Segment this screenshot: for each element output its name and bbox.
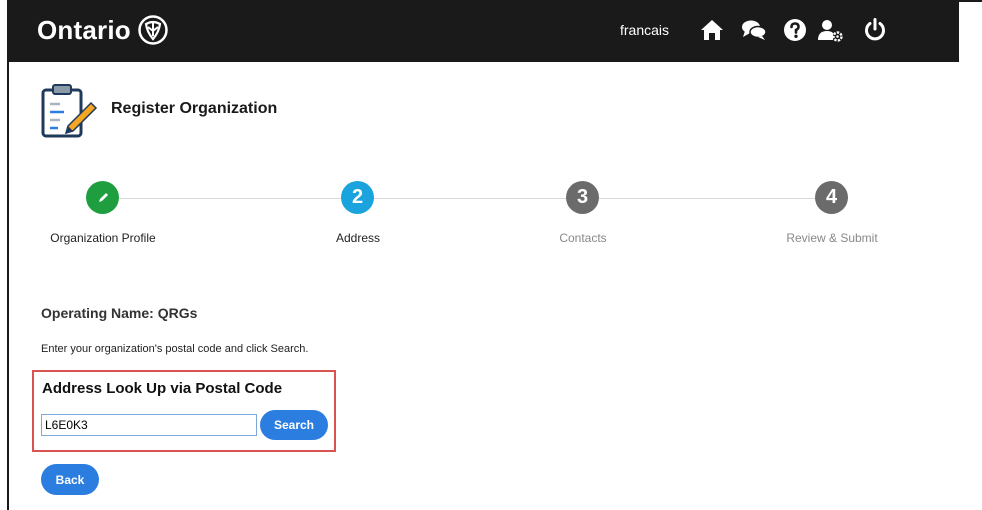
- address-lookup-panel: Address Look Up via Postal Code Search: [32, 370, 336, 452]
- step-2-circle: 2: [341, 181, 374, 214]
- user-settings-icon[interactable]: [816, 16, 844, 44]
- step-4-label: Review & Submit: [786, 231, 878, 245]
- power-icon[interactable]: [861, 16, 889, 44]
- help-icon[interactable]: [781, 16, 809, 44]
- instructions-text: Enter your organization's postal code an…: [41, 343, 309, 355]
- frame-left-border: [7, 0, 9, 510]
- back-button[interactable]: Back: [41, 464, 99, 495]
- trillium-icon: [138, 15, 168, 45]
- step-1-circle: [86, 181, 119, 214]
- step-1-label: Organization Profile: [50, 231, 156, 245]
- home-icon[interactable]: [698, 16, 726, 44]
- step-3-circle: 3: [566, 181, 599, 214]
- page-title: Register Organization: [111, 100, 278, 117]
- operating-name: Operating Name: QRGs: [41, 305, 198, 321]
- lookup-title: Address Look Up via Postal Code: [42, 380, 283, 397]
- search-button[interactable]: Search: [260, 410, 328, 440]
- step-3-label: Contacts: [559, 231, 607, 245]
- site-header: Ontario francais: [9, 2, 959, 62]
- step-4-circle: 4: [815, 181, 848, 214]
- postal-code-input[interactable]: [41, 414, 257, 436]
- pencil-check-icon: [98, 192, 108, 202]
- language-toggle-link[interactable]: francais: [620, 22, 669, 38]
- step-2-label: Address: [335, 231, 381, 245]
- clipboard-edit-icon: [41, 84, 98, 138]
- chat-icon[interactable]: [740, 16, 768, 44]
- brand-text: Ontario: [37, 14, 131, 45]
- ontario-logo[interactable]: Ontario: [37, 14, 169, 46]
- stepper-track: [103, 198, 833, 199]
